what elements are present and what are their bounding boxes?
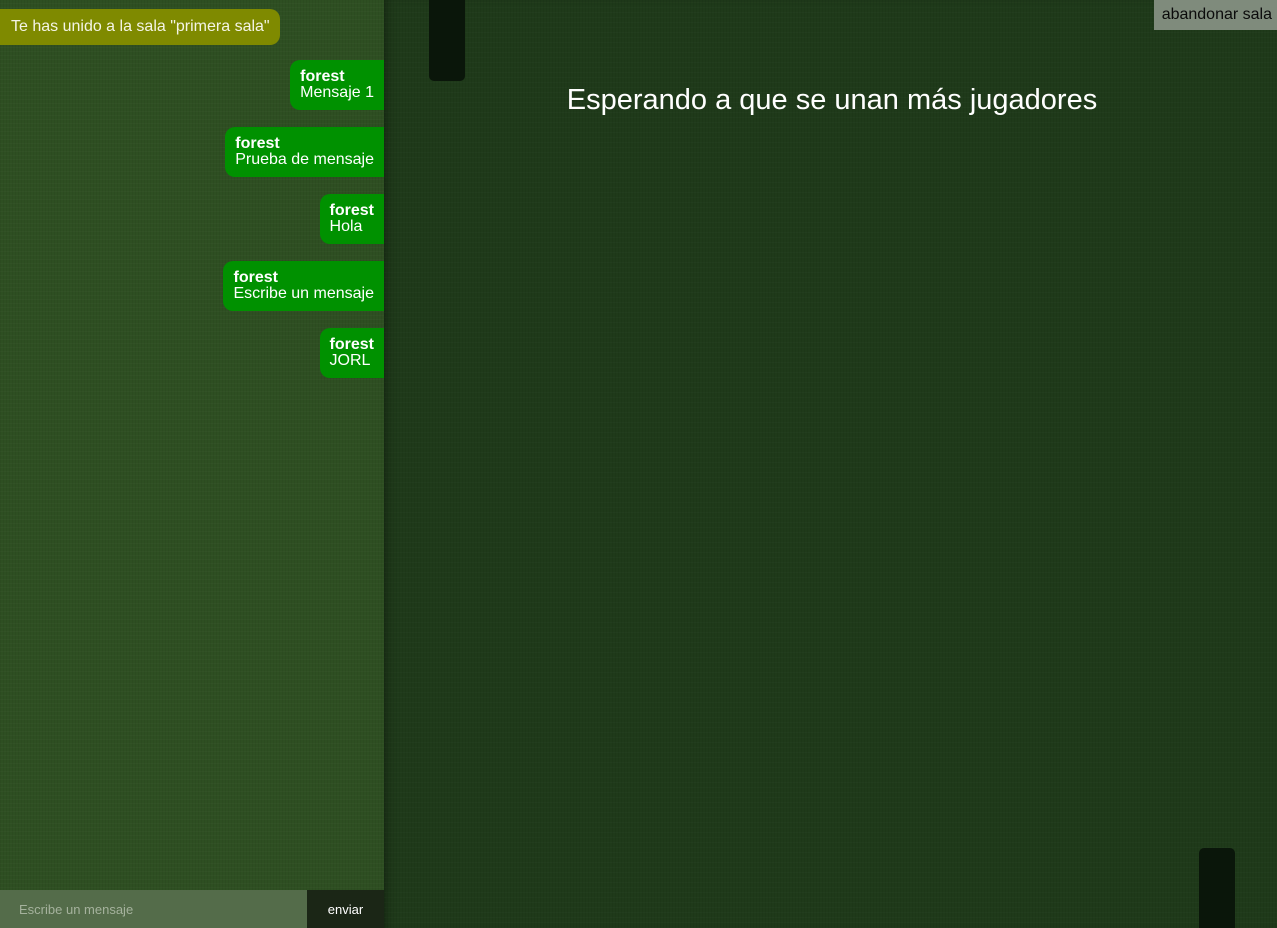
chat-panel: Te has unido a la sala "primera sala" fo…: [0, 0, 384, 928]
app-root: Te has unido a la sala "primera sala" fo…: [0, 0, 1277, 928]
chat-message: forest Hola: [319, 194, 384, 244]
message-text: Escribe un mensaje: [233, 285, 374, 302]
message-text: Mensaje 1: [300, 84, 374, 101]
message-input[interactable]: [0, 890, 307, 928]
chat-message: forest Escribe un mensaje: [223, 261, 384, 311]
message-author: forest: [300, 68, 345, 85]
game-board: Esperando a que se unan más jugadores ab…: [384, 0, 1277, 928]
message-text: Hola: [329, 218, 363, 235]
top-paddle: [429, 0, 465, 81]
waiting-status: Esperando a que se unan más jugadores: [566, 84, 1098, 116]
chat-messages: Te has unido a la sala "primera sala" fo…: [0, 0, 384, 890]
chat-message: forest Mensaje 1: [290, 60, 384, 110]
message-author: forest: [235, 135, 280, 152]
message-text: JORL: [329, 352, 371, 369]
send-button[interactable]: enviar: [307, 890, 384, 928]
message-author: forest: [329, 202, 374, 219]
message-author: forest: [329, 336, 374, 353]
chat-message: forest JORL: [319, 328, 384, 378]
message-author: forest: [233, 269, 278, 286]
chat-input-bar: enviar: [0, 890, 384, 928]
leave-room-button[interactable]: abandonar sala: [1153, 0, 1277, 30]
bottom-paddle: [1199, 848, 1235, 928]
message-text: Prueba de mensaje: [235, 151, 374, 168]
system-message: Te has unido a la sala "primera sala": [0, 9, 280, 45]
chat-message: forest Prueba de mensaje: [225, 127, 384, 177]
